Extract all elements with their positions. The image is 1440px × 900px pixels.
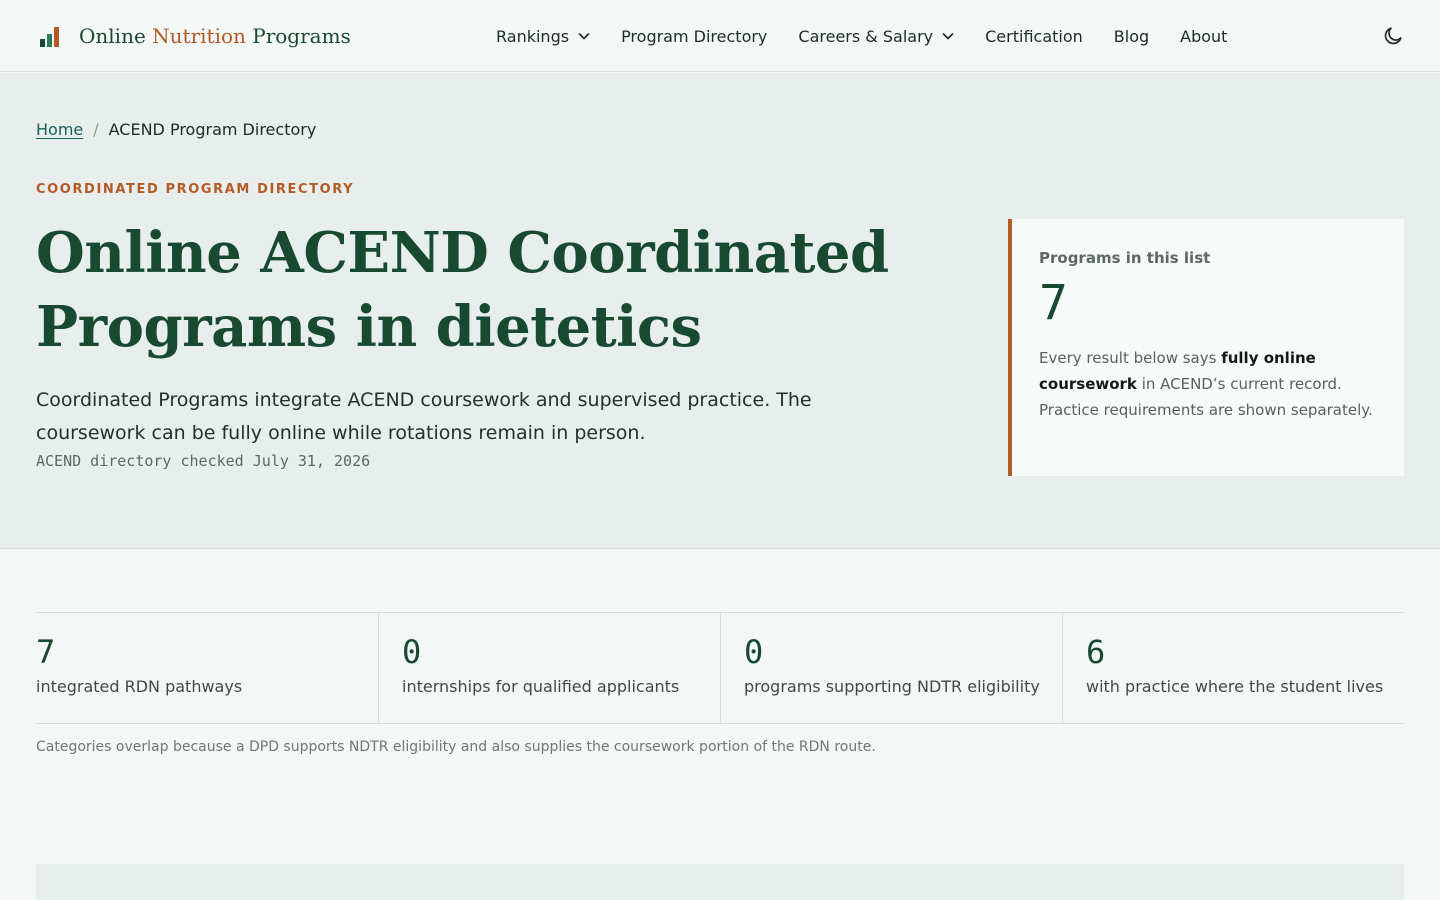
program-count-value: 7 bbox=[1039, 275, 1068, 331]
main-nav: Rankings Program Directory Careers & Sal… bbox=[496, 22, 1227, 50]
stat-value: 6 bbox=[1086, 633, 1106, 671]
nav-label-program-directory: Program Directory bbox=[621, 26, 768, 46]
nav-item-blog[interactable]: Blog bbox=[1114, 27, 1149, 46]
nav-item-careers-salary[interactable]: Careers & Salary bbox=[798, 27, 954, 46]
stat-label: integrated RDN pathways bbox=[36, 677, 243, 696]
program-count-label: Programs in this list bbox=[1039, 249, 1211, 267]
nav-label-blog: Blog bbox=[1113, 26, 1150, 46]
moon-icon[interactable] bbox=[1382, 25, 1404, 47]
nav-label-about: About bbox=[1180, 26, 1228, 46]
hero-section: Home / ACEND Program Directory COORDINAT… bbox=[0, 73, 1440, 549]
directory-checked-date: ACEND directory checked July 31, 2026 bbox=[36, 452, 371, 470]
breadcrumb-separator: / bbox=[93, 120, 99, 139]
program-stats: 7 integrated RDN pathways 0 internships … bbox=[36, 612, 1404, 724]
nav-label-careers-salary: Careers & Salary bbox=[798, 26, 934, 46]
count-note-lead: Every result below says bbox=[1039, 349, 1222, 367]
nav-item-certification[interactable]: Certification bbox=[985, 27, 1083, 46]
breadcrumb-home-link[interactable]: Home bbox=[36, 120, 83, 139]
bar-chart-logo-icon bbox=[40, 27, 59, 47]
program-count-note: Every result below says fully online cou… bbox=[1039, 345, 1379, 423]
page-eyebrow: COORDINATED PROGRAM DIRECTORY bbox=[36, 182, 355, 197]
chevron-down-icon bbox=[578, 32, 590, 40]
logo-word-programs: Programs bbox=[252, 24, 351, 48]
stat-label: internships for qualified applicants bbox=[402, 677, 680, 696]
page-lede: Coordinated Programs integrate ACEND cou… bbox=[36, 389, 812, 444]
nav-item-rankings[interactable]: Rankings bbox=[496, 27, 590, 46]
stat-internships: 0 internships for qualified applicants bbox=[378, 613, 720, 723]
logo-word-online: Online bbox=[79, 24, 146, 48]
nav-label-certification: Certification bbox=[985, 26, 1083, 46]
program-count-card: Programs in this list 7 Every result bel… bbox=[1008, 219, 1404, 476]
breadcrumb: Home / ACEND Program Directory bbox=[36, 120, 316, 139]
site-name: Online Nutrition Programs bbox=[79, 24, 351, 48]
stat-local-practice: 6 with practice where the student lives bbox=[1062, 613, 1404, 723]
stat-label: programs supporting NDTR eligibility bbox=[744, 677, 1040, 696]
stat-rdn-pathways: 7 integrated RDN pathways bbox=[36, 613, 378, 723]
chevron-down-icon bbox=[942, 32, 954, 40]
results-panel bbox=[36, 864, 1404, 900]
breadcrumb-current: ACEND Program Directory bbox=[108, 120, 317, 139]
nav-item-about[interactable]: About bbox=[1180, 27, 1227, 46]
logo-word-nutrition: Nutrition bbox=[152, 24, 246, 48]
stat-value: 0 bbox=[744, 633, 764, 671]
stat-label: with practice where the student lives bbox=[1086, 677, 1384, 696]
nav-label-rankings: Rankings bbox=[496, 26, 570, 46]
stats-footnote: Categories overlap because a DPD support… bbox=[36, 739, 876, 755]
stat-value: 0 bbox=[402, 633, 422, 671]
site-logo[interactable]: Online Nutrition Programs bbox=[36, 18, 351, 54]
page-title: Online ACEND Coordinated Programs in die… bbox=[36, 220, 889, 360]
stat-value: 7 bbox=[36, 633, 56, 671]
nav-item-program-directory[interactable]: Program Directory bbox=[621, 27, 767, 46]
site-header: Online Nutrition Programs Rankings Progr… bbox=[0, 0, 1440, 72]
stat-ndtr-eligibility: 0 programs supporting NDTR eligibility bbox=[720, 613, 1062, 723]
